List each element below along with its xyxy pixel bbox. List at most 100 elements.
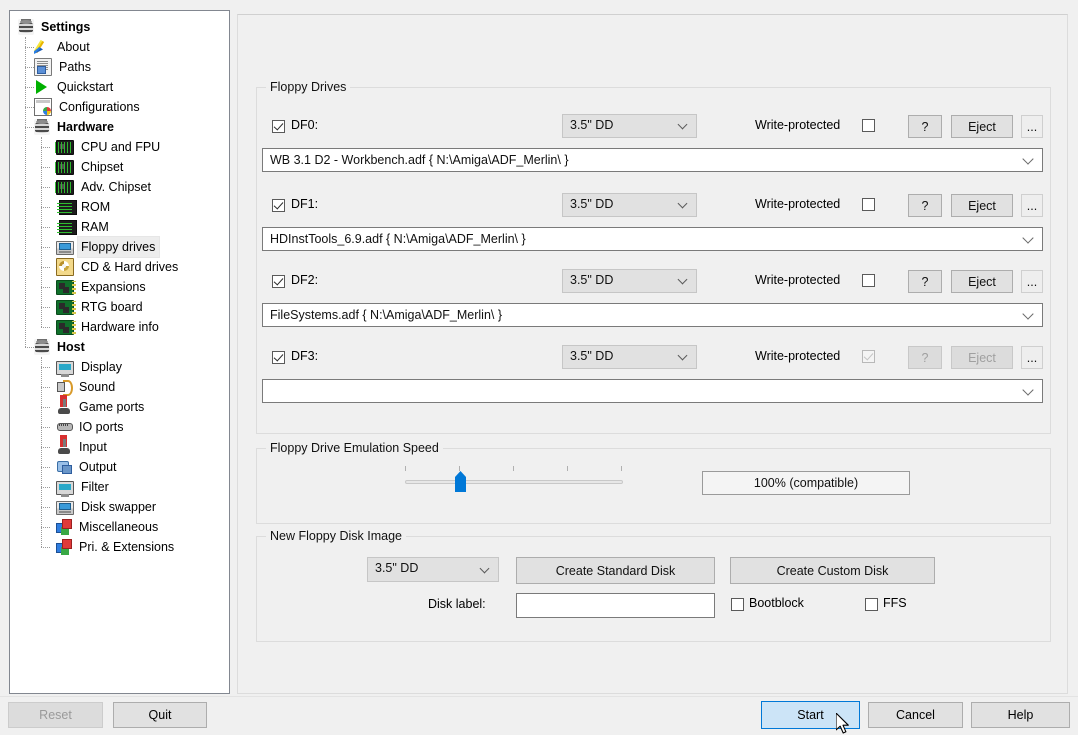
io-ports-icon [56, 419, 73, 435]
df2-enable-checkbox[interactable] [272, 275, 285, 288]
emulation-speed-slider-track[interactable] [405, 480, 623, 484]
df0-path-value: WB 3.1 D2 - Workbench.adf { N:\Amiga\ADF… [270, 153, 569, 167]
disc-stack-icon [34, 119, 50, 135]
tree-connector-line [41, 487, 50, 488]
chevron-down-icon [679, 352, 687, 360]
sidebar-item-label: Quickstart [57, 80, 114, 94]
df2-write-protected-checkbox[interactable] [862, 274, 875, 287]
sidebar-item-label: Chipset [81, 160, 124, 174]
df0-browse-button[interactable]: ... [1021, 115, 1043, 138]
sidebar-item-paths[interactable]: Paths [10, 57, 229, 77]
floppy-drives-group: Floppy Drives DF0: 3.5" DD Write-protect… [256, 80, 1051, 434]
bootblock-checkbox[interactable] [731, 598, 744, 611]
sidebar-item-label: Adv. Chipset [81, 180, 151, 194]
df1-type-value: 3.5" DD [570, 197, 614, 211]
play-icon [34, 79, 50, 95]
sidebar-item-label: Hardware [57, 120, 114, 134]
create-custom-disk-button[interactable]: Create Custom Disk [730, 557, 935, 584]
df3-type-value: 3.5" DD [570, 349, 614, 363]
board-icon [56, 280, 76, 295]
chevron-down-icon [679, 200, 687, 208]
joystick-icon [56, 439, 72, 455]
sidebar-item-label: Game ports [79, 400, 145, 414]
create-standard-disk-button[interactable]: Create Standard Disk [516, 557, 715, 584]
df0-type-combo[interactable]: 3.5" DD [562, 114, 697, 138]
settings-content-panel: Floppy Drives DF0: 3.5" DD Write-protect… [237, 14, 1068, 694]
tree-connector-line [25, 347, 34, 348]
sidebar-item-label: Disk swapper [81, 500, 157, 514]
tree-connector-line [41, 147, 50, 148]
disc-stack-icon [18, 19, 34, 35]
df1-label: DF1: [291, 197, 319, 211]
start-button[interactable]: Start [761, 701, 860, 729]
tree-connector-line [41, 467, 50, 468]
df0-help-button[interactable]: ? [908, 115, 942, 138]
df3-path-combo[interactable] [262, 379, 1043, 403]
emulation-speed-slider-thumb[interactable] [455, 471, 466, 492]
tree-connector-line [41, 137, 42, 327]
df2-type-combo[interactable]: 3.5" DD [562, 269, 697, 293]
tree-connector-line [41, 427, 50, 428]
df1-browse-button[interactable]: ... [1021, 194, 1043, 217]
tree-connector-line [41, 167, 50, 168]
board-icon [56, 300, 76, 315]
df3-write-protected-checkbox [862, 350, 875, 363]
blocks-icon [56, 519, 72, 535]
df0-path-combo[interactable]: WB 3.1 D2 - Workbench.adf { N:\Amiga\ADF… [262, 148, 1043, 172]
tree-connector-line [25, 127, 34, 128]
emulation-speed-group: Floppy Drive Emulation Speed 100% (compa… [256, 441, 1051, 524]
disk-label-input[interactable] [516, 593, 715, 618]
quit-button[interactable]: Quit [113, 702, 207, 728]
settings-navigation-tree[interactable]: Settings About Paths Quickstart Configuratio… [9, 10, 230, 694]
sidebar-item-host[interactable]: Host [10, 337, 229, 357]
tree-connector-line [41, 527, 50, 528]
sidebar-item-about[interactable]: About [10, 37, 229, 57]
cd-icon [56, 258, 74, 276]
df0-type-value: 3.5" DD [570, 118, 614, 132]
tree-connector-line [41, 357, 42, 547]
df0-eject-button[interactable]: Eject [951, 115, 1013, 138]
reset-button: Reset [8, 702, 103, 728]
ffs-checkbox[interactable] [865, 598, 878, 611]
df1-path-combo[interactable]: HDInstTools_6.9.adf { N:\Amiga\ADF_Merli… [262, 227, 1043, 251]
df3-help-button: ? [908, 346, 942, 369]
df3-eject-button: Eject [951, 346, 1013, 369]
df2-help-button[interactable]: ? [908, 270, 942, 293]
df1-enable-checkbox[interactable] [272, 199, 285, 212]
tree-connector-line [41, 547, 50, 548]
sidebar-item-settings[interactable]: Settings [10, 17, 229, 37]
sidebar-item-label: Display [81, 360, 122, 374]
sidebar-item-hardware[interactable]: Hardware [10, 117, 229, 137]
tree-connector-line [25, 47, 34, 48]
df0-enable-checkbox[interactable] [272, 120, 285, 133]
sidebar-item-quickstart[interactable]: Quickstart [10, 77, 229, 97]
df2-eject-button[interactable]: Eject [951, 270, 1013, 293]
df3-type-combo[interactable]: 3.5" DD [562, 345, 697, 369]
tree-connector-line [41, 207, 50, 208]
df3-browse-button[interactable]: ... [1021, 346, 1043, 369]
sidebar-item-configurations[interactable]: Configurations [10, 97, 229, 117]
df1-write-protected-checkbox[interactable] [862, 198, 875, 211]
sidebar-item-label: About [57, 40, 90, 54]
df1-type-combo[interactable]: 3.5" DD [562, 193, 697, 217]
cancel-button[interactable]: Cancel [868, 702, 963, 728]
blocks-icon [56, 539, 72, 555]
df1-help-button[interactable]: ? [908, 194, 942, 217]
df2-browse-button[interactable]: ... [1021, 270, 1043, 293]
monitor-icon [56, 480, 74, 497]
board-icon [56, 320, 76, 335]
help-button[interactable]: Help [971, 702, 1070, 728]
sidebar-item-label: IO ports [79, 420, 124, 434]
bootblock-label: Bootblock [749, 596, 804, 610]
df3-label: DF3: [291, 349, 319, 363]
tree-connector-line [41, 267, 50, 268]
df1-eject-button[interactable]: Eject [951, 194, 1013, 217]
drive-row-df3: DF3: 3.5" DD Write-protected ? Eject ... [257, 343, 1050, 373]
sidebar-item-label: Expansions [81, 280, 146, 294]
df2-path-combo[interactable]: FileSystems.adf { N:\Amiga\ADF_Merlin\ } [262, 303, 1043, 327]
sidebar-item-label: CPU and FPU [81, 140, 161, 154]
new-disk-type-combo[interactable]: 3.5" DD [367, 557, 499, 582]
df3-enable-checkbox[interactable] [272, 351, 285, 364]
sidebar-item-label: Settings [41, 20, 91, 34]
df0-write-protected-checkbox[interactable] [862, 119, 875, 132]
